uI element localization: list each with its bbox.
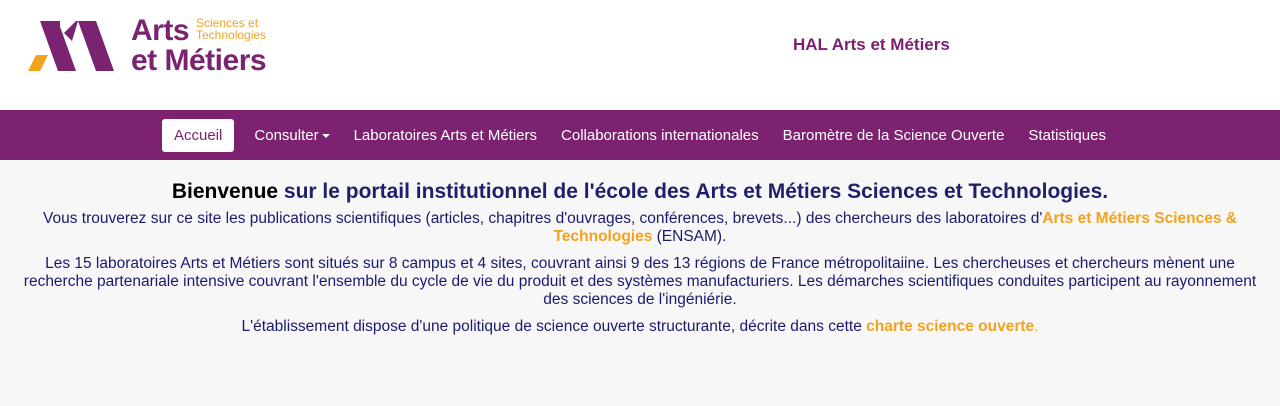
logo-subtitle-line2: Technologies: [196, 28, 267, 42]
nav-item-laboratoires[interactable]: Laboratoires Arts et Métiers: [342, 119, 549, 152]
logo-metiers-text: et Métiers: [131, 44, 267, 77]
main-content: Bienvenue sur le portail institutionnel …: [0, 160, 1280, 336]
open-science-text-after: .: [1034, 318, 1039, 335]
nav-item-consulter-label: Consulter: [254, 126, 319, 144]
nav-item-barometre[interactable]: Baromètre de la Science Ouverte: [771, 119, 1017, 152]
logo-subtitle: Sciences et Technologies: [196, 17, 266, 41]
labs-paragraph: Les 15 laboratoires Arts et Métiers sont…: [23, 255, 1257, 308]
intro-text-before: Vous trouverez sur ce site les publicati…: [43, 210, 1043, 227]
logo-mark-icon: [28, 21, 114, 71]
intro-text-after: (ENSAM).: [652, 228, 727, 245]
open-science-paragraph: L'établissement dispose d'une politique …: [15, 318, 1265, 336]
caret-down-icon: [321, 133, 330, 138]
logo-arts-text: Arts: [131, 14, 190, 47]
welcome-heading: Bienvenue sur le portail institutionnel …: [15, 180, 1265, 204]
intro-paragraph: Vous trouverez sur ce site les publicati…: [15, 210, 1265, 246]
nav-item-consulter[interactable]: Consulter: [242, 119, 341, 152]
charte-science-ouverte-link[interactable]: charte science ouverte: [866, 318, 1034, 335]
nav-item-statistiques[interactable]: Statistiques: [1016, 119, 1118, 152]
welcome-rest: sur le portail institutionnel de l'école…: [278, 180, 1109, 203]
nav-items: Accueil Consulter Laboratoires Arts et M…: [162, 118, 1118, 152]
welcome-strong: Bienvenue: [171, 180, 279, 203]
header: Arts Sciences et Technologies et Métiers…: [0, 0, 1280, 110]
site-title[interactable]: HAL Arts et Métiers: [793, 35, 950, 55]
nav-item-accueil[interactable]: Accueil: [162, 118, 235, 152]
open-science-text-before: L'établissement dispose d'une politique …: [241, 318, 867, 335]
main-navbar: Accueil Consulter Laboratoires Arts et M…: [0, 110, 1280, 160]
logo[interactable]: Arts Sciences et Technologies et Métiers: [26, 16, 286, 76]
nav-item-collaborations[interactable]: Collaborations internationales: [549, 119, 771, 152]
